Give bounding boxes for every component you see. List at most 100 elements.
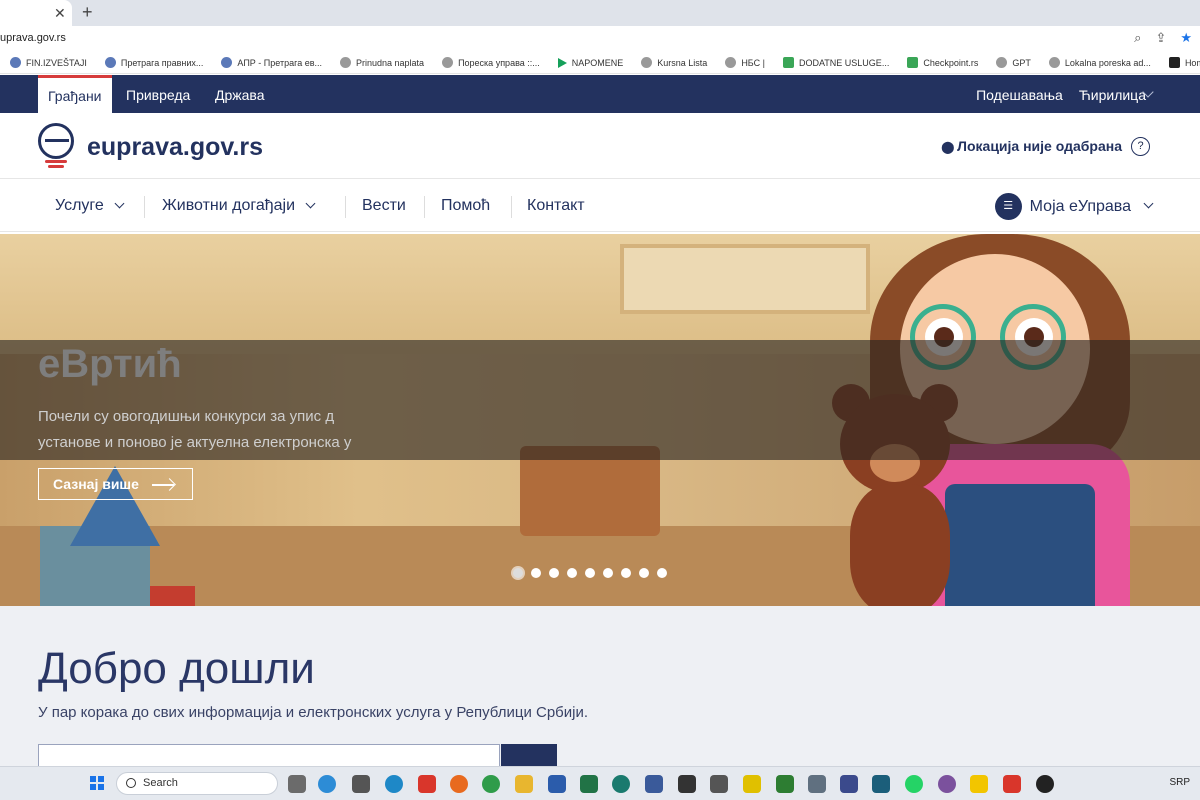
address-bar-icons: ⌕ ⇪ ★ xyxy=(1134,30,1192,46)
sd-icon xyxy=(1168,57,1180,68)
search-icon xyxy=(126,778,136,788)
my-euprava-menu[interactable]: ☰ Моја еУправа xyxy=(994,193,1154,220)
word-icon[interactable] xyxy=(548,775,566,793)
sticky-notes-icon[interactable] xyxy=(970,775,988,793)
bookmark-star-icon[interactable]: ★ xyxy=(1180,30,1192,46)
carousel-dot[interactable] xyxy=(621,568,631,578)
new-tab-button[interactable]: + xyxy=(82,2,93,23)
file-explorer-icon[interactable] xyxy=(288,775,306,793)
globe-icon xyxy=(104,57,116,68)
folder-icon[interactable] xyxy=(515,775,533,793)
nav-life-events[interactable]: Животни догађаји xyxy=(162,197,316,215)
bookmark-item[interactable]: NAPOMENE xyxy=(557,57,623,68)
url-text[interactable]: uprava.gov.rs xyxy=(0,32,66,44)
divider xyxy=(345,196,346,218)
search-icon[interactable]: ⌕ xyxy=(1134,30,1141,46)
tab-state[interactable]: Држава xyxy=(205,75,275,113)
hero-title: еВртић xyxy=(38,342,182,386)
bookmark-item[interactable]: Checkpoint.rs xyxy=(907,57,978,68)
firefox-icon[interactable] xyxy=(450,775,468,793)
bookmark-item[interactable]: Lokalna poreska ad... xyxy=(1048,57,1151,68)
taskbar-search[interactable]: Search xyxy=(116,772,278,795)
address-bar[interactable]: uprava.gov.rs ⌕ ⇪ ★ xyxy=(0,26,1200,52)
record-icon[interactable] xyxy=(1036,775,1054,793)
language-indicator[interactable]: SRP xyxy=(1169,777,1190,788)
windows-start-icon[interactable] xyxy=(90,776,104,790)
tab-business[interactable]: Привреда xyxy=(116,75,200,113)
nav-services[interactable]: Услуге xyxy=(55,197,125,215)
browser-tabstrip: ✕ + xyxy=(0,0,1200,26)
nav-help[interactable]: Помоћ xyxy=(441,197,490,215)
bookmark-item[interactable]: НБС | xyxy=(725,57,765,68)
app-icon[interactable] xyxy=(840,775,858,793)
bookmarks-bar: FIN.IZVEŠTAJI Претрага правних... АПР - … xyxy=(0,52,1200,74)
nav-news[interactable]: Вести xyxy=(362,197,406,215)
language-select[interactable]: Ћирилица xyxy=(1079,75,1146,113)
share-icon[interactable]: ⇪ xyxy=(1155,30,1166,46)
app-icon[interactable] xyxy=(418,775,436,793)
carousel-dot[interactable] xyxy=(657,568,667,578)
carousel-dot[interactable] xyxy=(585,568,595,578)
scanner-icon[interactable] xyxy=(352,775,370,793)
sheet-icon xyxy=(782,57,794,68)
arrow-right-icon xyxy=(152,484,174,486)
bookmark-item[interactable]: АПР - Претрага ев... xyxy=(221,57,322,68)
bookmark-item[interactable]: Претрага правних... xyxy=(104,57,203,68)
bookmark-item[interactable]: GPT xyxy=(996,57,1031,68)
globe-icon xyxy=(996,57,1008,68)
app-icon[interactable] xyxy=(678,775,696,793)
calculator-icon[interactable] xyxy=(808,775,826,793)
whatsapp-icon[interactable] xyxy=(905,775,923,793)
skype-icon[interactable] xyxy=(318,775,336,793)
bookmark-item[interactable]: Пореска управа ::... xyxy=(442,57,540,68)
welcome-subtitle: У пар корака до свих информација и елект… xyxy=(38,704,589,721)
location-label: Локација није одабрана xyxy=(957,138,1122,154)
chrome-icon[interactable] xyxy=(482,775,500,793)
carousel-dot[interactable] xyxy=(531,568,541,578)
carousel-dot[interactable] xyxy=(549,568,559,578)
globe-icon xyxy=(641,57,653,68)
bookmark-item[interactable]: FIN.IZVEŠTAJI xyxy=(10,57,87,68)
welcome-section: Добро дошли У пар корака до свих информа… xyxy=(0,606,1200,768)
site-logo-text[interactable]: euprava.gov.rs xyxy=(87,133,263,162)
app-icon[interactable] xyxy=(743,775,761,793)
bookmark-item[interactable]: Kursna Lista xyxy=(641,57,707,68)
hero-illustration-window xyxy=(620,244,870,314)
carousel-dot[interactable] xyxy=(639,568,649,578)
app-icon[interactable] xyxy=(776,775,794,793)
edge-icon[interactable] xyxy=(385,775,403,793)
app-icon[interactable] xyxy=(1003,775,1021,793)
bookmark-item[interactable]: DODATNE USLUGE... xyxy=(782,57,889,68)
learn-more-button[interactable]: Сазнај више xyxy=(38,468,193,500)
archive-icon[interactable] xyxy=(710,775,728,793)
settings-link[interactable]: Подешавања xyxy=(976,75,1063,113)
app-icon[interactable] xyxy=(645,775,663,793)
excel-icon[interactable] xyxy=(580,775,598,793)
globe-app-icon[interactable] xyxy=(612,775,630,793)
globe-icon xyxy=(725,57,737,68)
logo-lines xyxy=(45,160,67,170)
globe-icon xyxy=(340,57,351,68)
tab-citizens[interactable]: Грађани xyxy=(38,75,112,113)
audience-bar: Грађани Привреда Држава Подешавања Ћирил… xyxy=(0,75,1200,113)
help-circle-icon[interactable]: ? xyxy=(1131,137,1150,156)
browser-tab[interactable]: ✕ xyxy=(0,0,72,26)
bookmark-item[interactable]: Home - Calculus xyxy=(1168,57,1200,68)
bookmark-item[interactable]: Prinudna naplata xyxy=(340,57,424,68)
carousel-dot[interactable] xyxy=(513,568,523,578)
nav-contact[interactable]: Контакт xyxy=(527,197,585,215)
site-search-input[interactable] xyxy=(38,744,500,768)
carousel-dot[interactable] xyxy=(567,568,577,578)
close-tab-icon[interactable]: ✕ xyxy=(54,5,66,22)
site-search-button[interactable] xyxy=(501,744,557,768)
globe-icon xyxy=(221,57,233,68)
globe-icon xyxy=(1048,57,1060,68)
user-avatar-icon: ☰ xyxy=(994,193,1022,220)
viber-icon[interactable] xyxy=(938,775,956,793)
location-selector[interactable]: ⬤ Локација није одабрана xyxy=(941,138,1122,154)
app-icon[interactable] xyxy=(872,775,890,793)
carousel-dot[interactable] xyxy=(603,568,613,578)
euprava-logo-icon[interactable] xyxy=(38,123,74,159)
divider xyxy=(511,196,512,218)
windows-taskbar: Search SRP xyxy=(0,766,1200,800)
